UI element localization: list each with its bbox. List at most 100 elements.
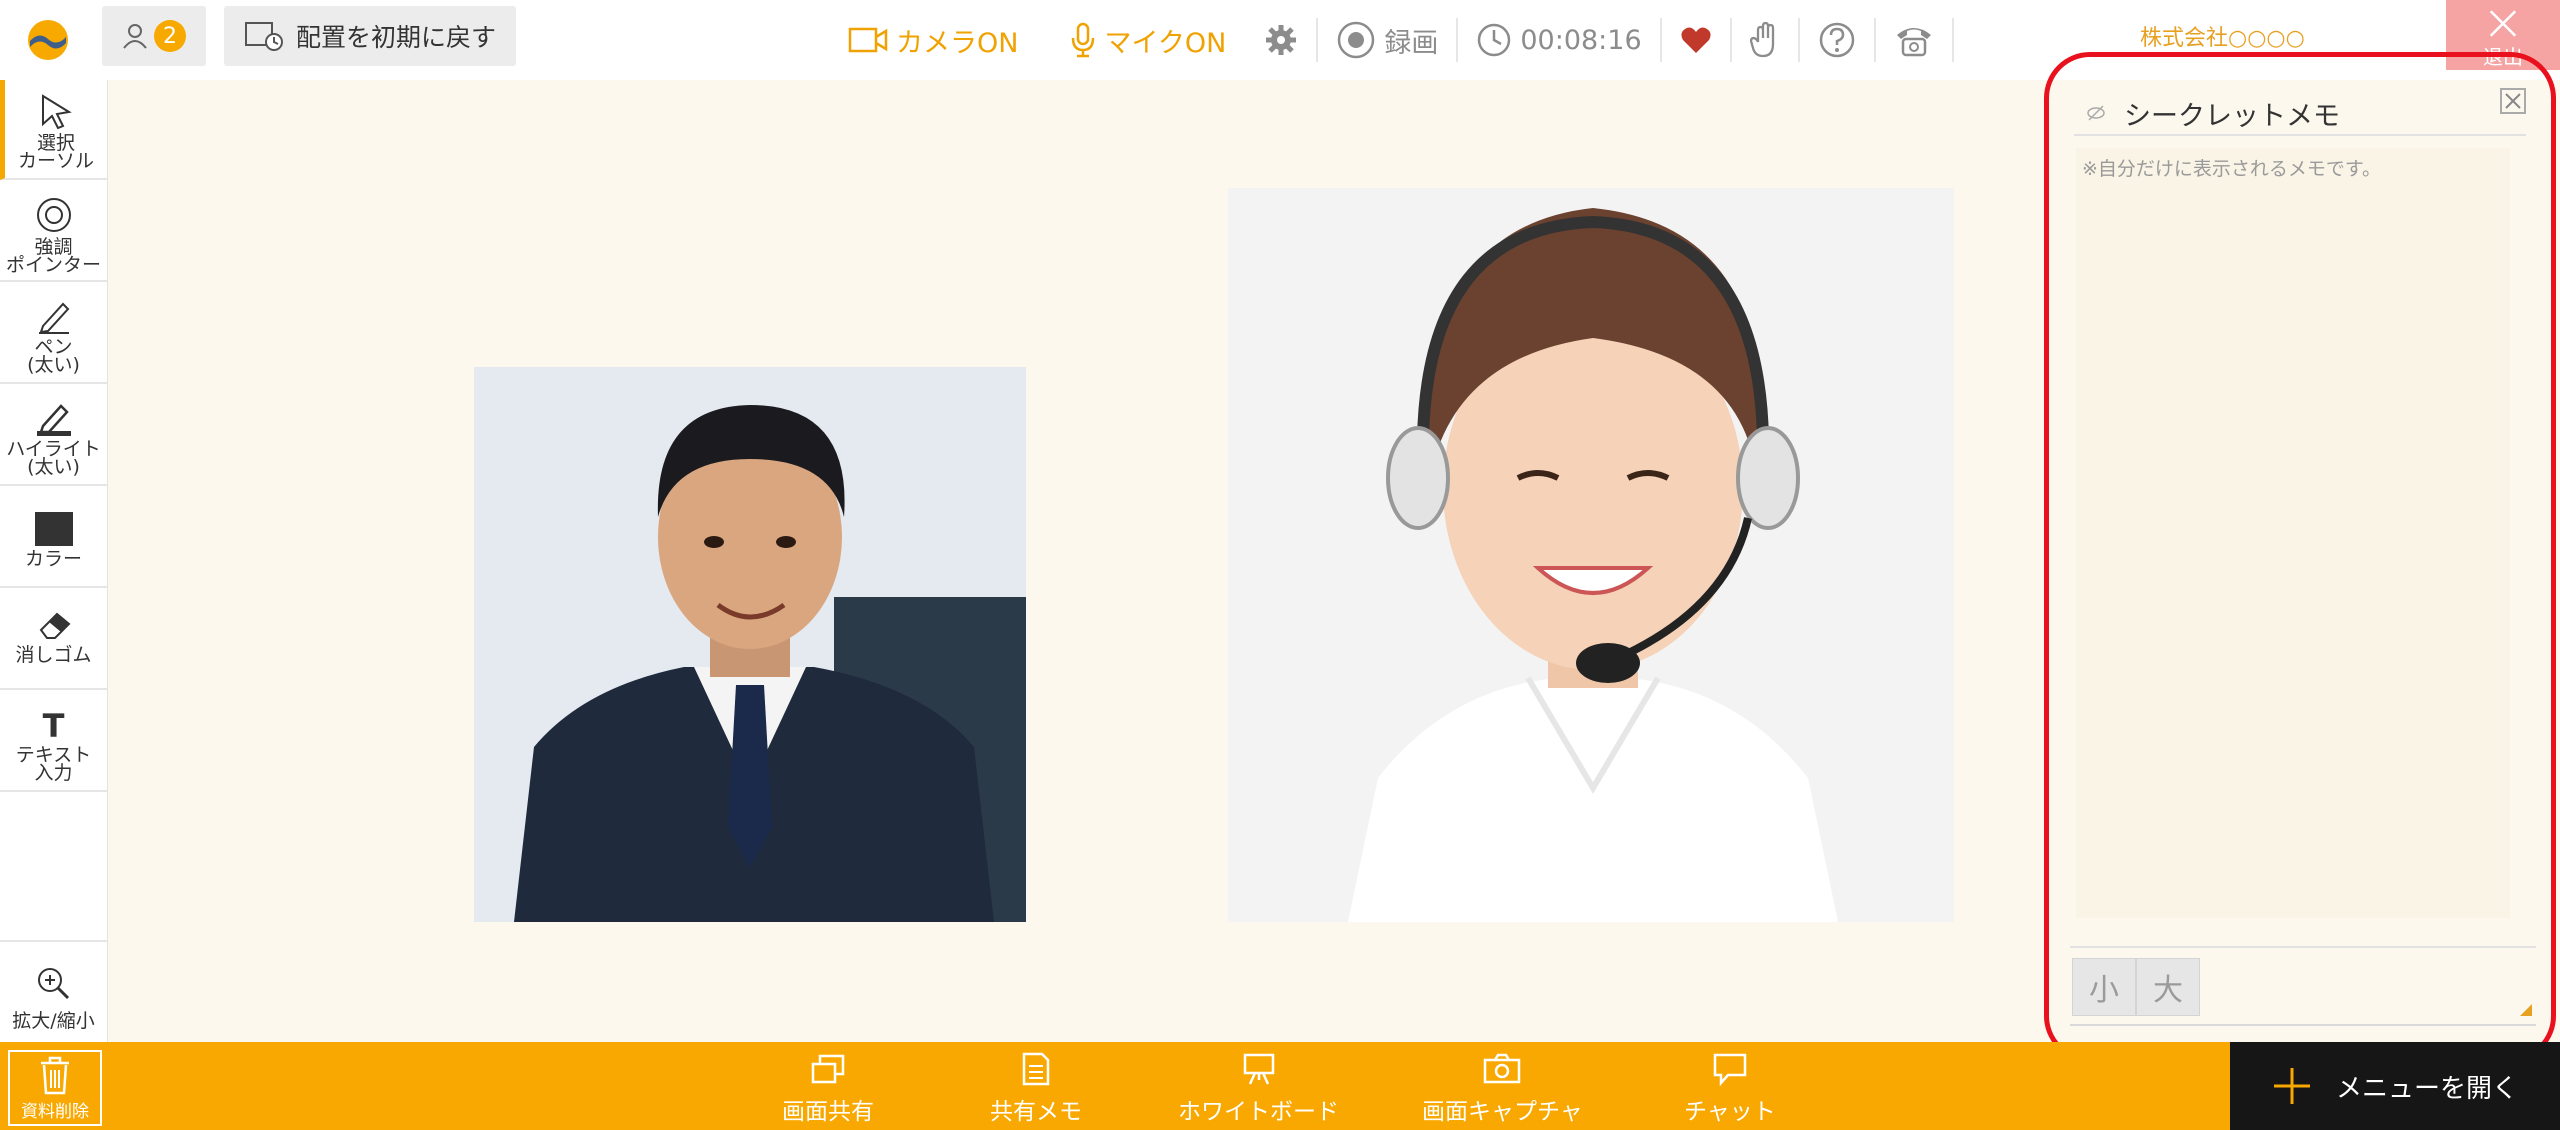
tool-select-cursor[interactable]: 選択 カーソル	[0, 80, 107, 180]
tool-pen-label: ペン (太い)	[27, 336, 80, 376]
pen-icon	[38, 302, 69, 334]
tool-text-label: テキスト 入力	[15, 744, 92, 784]
tool-zoom-label: 拡大/縮小	[12, 1010, 95, 1032]
font-size-large-button[interactable]: 大	[2136, 958, 2200, 1016]
shared-photo-businessman[interactable]	[474, 367, 1026, 922]
screen-capture-button[interactable]: 画面キャプチャ	[1422, 1052, 1583, 1126]
divider	[1873, 18, 1876, 62]
shared-memo-label: 共有メモ	[990, 1099, 1082, 1125]
reset-layout-button[interactable]: 配置を初期に戻す	[224, 6, 516, 66]
shared-memo-button[interactable]: 共有メモ	[990, 1052, 1082, 1126]
zoom-magnifier-icon	[37, 968, 69, 1000]
close-icon	[2489, 10, 2517, 37]
plus-icon	[2273, 1068, 2310, 1104]
chat-label: チャット	[1684, 1099, 1776, 1125]
target-pointer-icon	[36, 198, 71, 232]
clock-icon	[1478, 23, 1511, 57]
reset-layout-label: 配置を初期に戻す	[296, 23, 497, 52]
size-small-label: 小	[2089, 973, 2119, 1008]
raise-hand-button[interactable]	[1736, 0, 1794, 80]
memo-close-button[interactable]	[2500, 88, 2526, 114]
whiteboard-icon	[1243, 1053, 1274, 1085]
mic-label: マイクON	[1104, 27, 1227, 59]
delete-material-button[interactable]: 資料削除	[8, 1050, 102, 1126]
help-button[interactable]	[1804, 0, 1870, 80]
reset-layout-icon	[245, 22, 283, 51]
open-menu-button[interactable]: メニューを開く	[2230, 1042, 2560, 1130]
tool-highlight[interactable]: ハイライト (太い)	[0, 386, 107, 486]
font-size-small-button[interactable]: 小	[2072, 958, 2136, 1016]
highlighter-icon	[36, 404, 71, 436]
app-logo	[0, 0, 96, 80]
divider	[1729, 18, 1732, 62]
chat-bubble-icon	[1713, 1053, 1747, 1086]
divider	[2070, 1024, 2536, 1026]
divider	[1951, 18, 1954, 62]
tool-text[interactable]: T テキスト 入力	[0, 692, 107, 792]
memo-header: シークレットメモ	[2074, 92, 2526, 136]
camera-icon	[848, 27, 888, 53]
tool-pen[interactable]: ペン (太い)	[0, 284, 107, 384]
screen-share-button[interactable]: 画面共有	[782, 1052, 874, 1126]
camera-toggle[interactable]: カメラON	[834, 0, 1032, 80]
participant-count-badge: 2	[154, 20, 186, 52]
close-icon	[2505, 93, 2521, 109]
businessman-photo	[474, 367, 1026, 922]
microphone-icon	[1072, 22, 1095, 58]
resize-grip-icon[interactable]	[2516, 1000, 2532, 1016]
tool-pointer[interactable]: 強調 ポインター	[0, 182, 107, 282]
color-swatch	[34, 512, 73, 546]
tool-pointer-label: 強調 ポインター	[5, 236, 101, 276]
camera-label: カメラON	[896, 27, 1019, 59]
settings-button[interactable]	[1250, 0, 1312, 80]
record-button[interactable]: 録画	[1322, 0, 1452, 80]
cursor-arrow-icon	[42, 94, 72, 130]
trash-icon	[41, 1056, 69, 1094]
top-bar: 2 配置を初期に戻す カメラON マイクON 録画 00:08:16 株式会社○…	[0, 0, 2560, 80]
memo-title: シークレットメモ	[2124, 100, 2340, 132]
elapsed-timer: 00:08:16	[1462, 0, 1655, 80]
record-icon	[1338, 21, 1375, 59]
shared-photo-operator[interactable]	[1228, 188, 1954, 922]
eye-off-icon	[2087, 105, 2105, 121]
exit-label: 退出	[2483, 45, 2523, 69]
divider	[1456, 18, 1459, 62]
divider	[1797, 18, 1800, 62]
bottom-bar: 資料削除 画面共有 共有メモ ホワイトボード 画面キャプチャ チャット メニュー…	[0, 1042, 2560, 1130]
user-icon	[123, 24, 147, 49]
participants-button[interactable]: 2	[102, 6, 206, 66]
memo-placeholder: ※自分だけに表示されるメモです。	[2082, 158, 2382, 180]
tool-eraser[interactable]: 消しゴム	[0, 590, 107, 690]
tool-eraser-label: 消しゴム	[15, 644, 92, 666]
text-t-icon: T	[42, 707, 65, 745]
screen-share-icon	[811, 1054, 845, 1084]
timer-value: 00:08:16	[1520, 24, 1642, 56]
whiteboard-button[interactable]: ホワイトボード	[1178, 1052, 1339, 1126]
mic-toggle[interactable]: マイクON	[1056, 0, 1240, 80]
camera-capture-icon	[1484, 1053, 1521, 1084]
reaction-heart-button[interactable]	[1666, 0, 1726, 80]
operator-photo	[1228, 188, 1954, 922]
heart-icon	[1681, 27, 1711, 53]
hangup-phone-button[interactable]	[1880, 0, 1948, 80]
logo-icon	[28, 20, 68, 60]
open-menu-label: メニューを開く	[2335, 1073, 2518, 1104]
exit-button[interactable]: 退出	[2446, 0, 2560, 70]
company-name: 株式会社○○○○	[2140, 26, 2305, 51]
chat-button[interactable]: チャット	[1684, 1052, 1776, 1126]
eraser-icon	[39, 612, 70, 639]
media-controls: カメラON マイクON 録画 00:08:16	[834, 0, 2050, 80]
memo-textarea[interactable]: ※自分だけに表示されるメモです。	[2076, 148, 2510, 918]
gear-icon	[1266, 25, 1297, 55]
record-label: 録画	[1384, 27, 1439, 59]
tool-zoom[interactable]: 拡大/縮小	[0, 940, 107, 1040]
help-icon	[1819, 22, 1854, 58]
tool-color[interactable]: カラー	[0, 488, 107, 588]
size-large-label: 大	[2153, 973, 2183, 1008]
memo-note-icon	[1022, 1052, 1050, 1086]
delete-material-label: 資料削除	[21, 1101, 89, 1122]
phone-icon	[1896, 28, 1931, 57]
divider	[2070, 946, 2536, 948]
divider	[1659, 18, 1662, 62]
tool-select-label: 選択 カーソル	[17, 132, 94, 172]
